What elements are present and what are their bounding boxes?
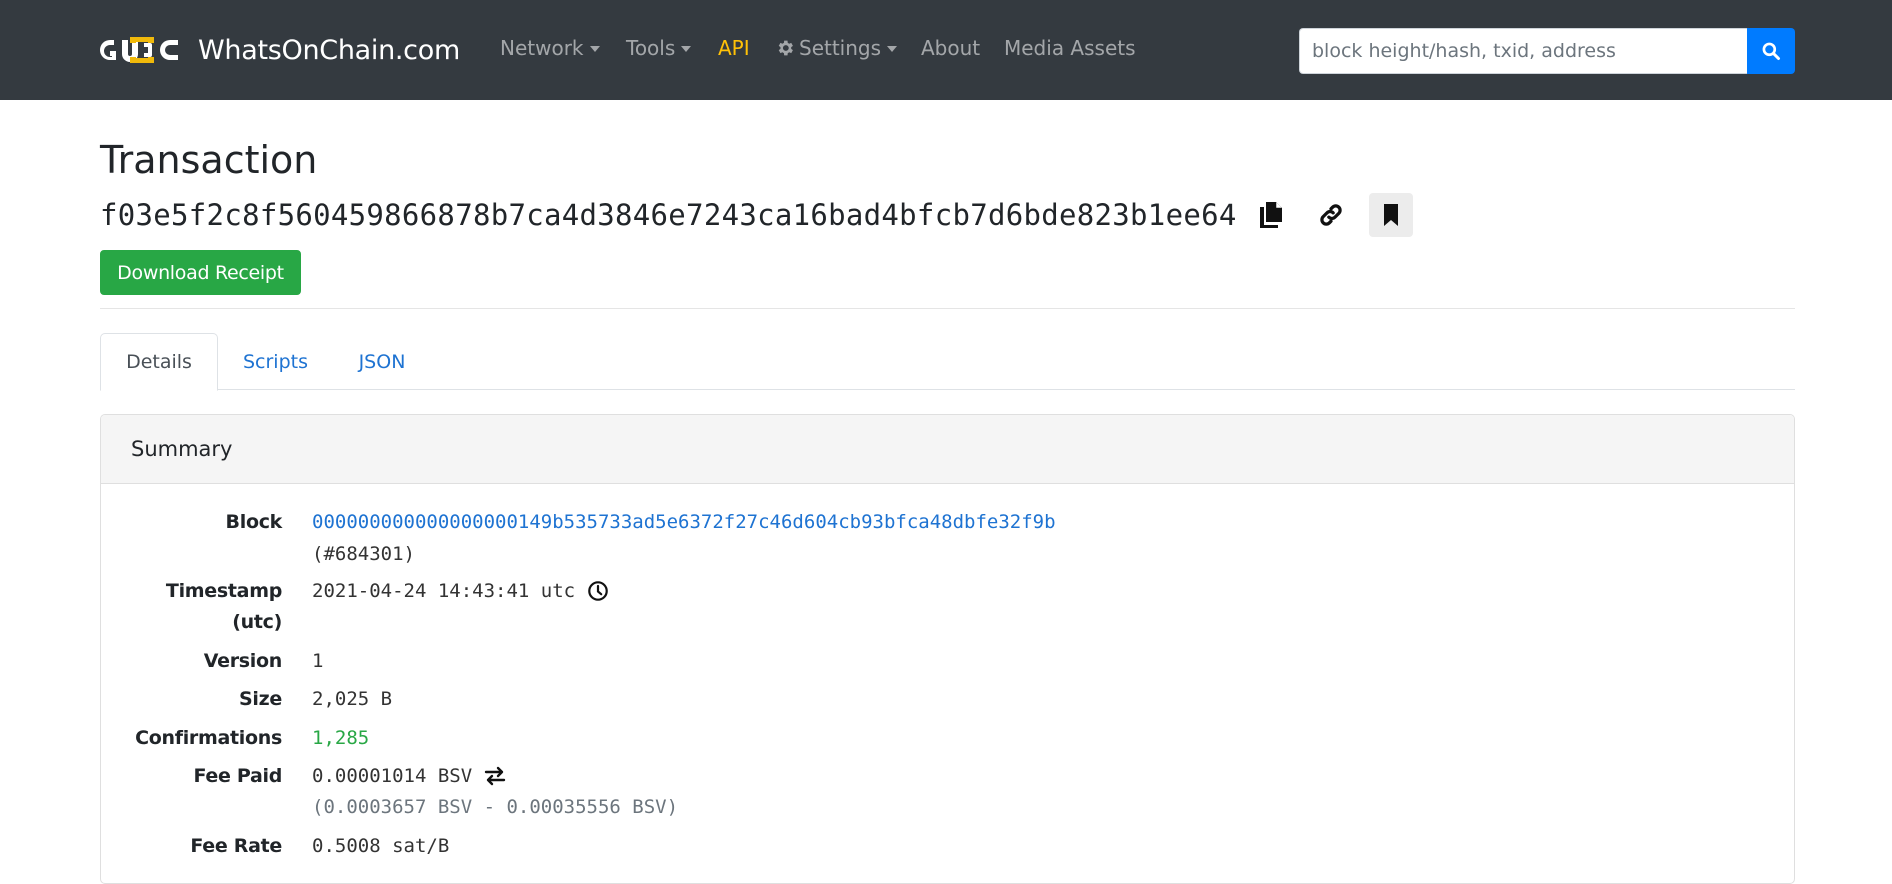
version-value: 1: [312, 650, 324, 672]
txid-row: f03e5f2c8f560459866878b7ca4d3846e7243ca1…: [100, 193, 1413, 237]
summary-title: Summary: [101, 415, 1794, 484]
copy-icon: [1259, 202, 1282, 228]
copy-txid-button[interactable]: [1249, 193, 1293, 237]
confirmations-label: Confirmations: [135, 727, 282, 749]
exchange-arrows-icon[interactable]: [484, 766, 506, 786]
nav-about-link[interactable]: About: [921, 36, 980, 60]
nav-settings-label: Settings: [799, 36, 882, 60]
search-form: [1299, 28, 1795, 74]
whatsonchain-logo-icon: [100, 37, 178, 63]
size-value: 2,025 B: [312, 688, 393, 710]
tab-json[interactable]: JSON: [333, 333, 431, 390]
caret-down-icon: [681, 46, 692, 52]
fee-rate-label: Fee Rate: [190, 835, 282, 857]
transaction-id: f03e5f2c8f560459866878b7ca4d3846e7243ca1…: [100, 198, 1237, 232]
fee-paid-value: 0.00001014 BSV: [312, 765, 473, 787]
size-label: Size: [239, 688, 282, 710]
fee-paid-breakdown: (0.0003657 BSV - 0.00035556 BSV): [312, 796, 679, 818]
nav-tools-label: Tools: [626, 36, 676, 60]
search-input[interactable]: [1299, 28, 1747, 74]
fee-rate-value: 0.5008 sat/B: [312, 835, 450, 857]
tab-scripts[interactable]: Scripts: [218, 333, 333, 390]
fee-paid-label: Fee Paid: [193, 765, 282, 787]
nav-media-assets-label: Media Assets: [1004, 36, 1136, 60]
search-icon: [1762, 42, 1780, 60]
permalink-button[interactable]: [1309, 193, 1353, 237]
bookmark-button[interactable]: [1368, 193, 1413, 237]
navbar: WhatsOnChain.com Network Tools API Setti…: [0, 0, 1892, 100]
brand-name: WhatsOnChain.com: [198, 34, 460, 66]
nav-media-assets-link[interactable]: Media Assets: [1004, 36, 1136, 60]
timestamp-value-row: 2021-04-24 14:43:41 utc: [312, 576, 609, 606]
tab-details[interactable]: Details: [100, 333, 218, 391]
timestamp-label: Timestamp: [165, 580, 282, 602]
bookmark-icon: [1383, 204, 1398, 226]
fee-paid-row: 0.00001014 BSV: [312, 761, 506, 791]
nav-network-dropdown[interactable]: Network: [500, 36, 600, 60]
transaction-tabs: Details Scripts JSON: [100, 333, 1795, 391]
timestamp-value: 2021-04-24 14:43:41 utc: [312, 580, 576, 602]
nav-api-label: API: [718, 36, 750, 60]
summary-panel: Summary Block 000000000000000000149b5357…: [100, 414, 1795, 884]
confirmations-value: 1,285: [312, 727, 370, 749]
link-icon: [1319, 204, 1342, 226]
nav-about-label: About: [921, 36, 981, 60]
gear-icon: [778, 40, 793, 56]
nav-settings-dropdown[interactable]: Settings: [775, 36, 898, 60]
caret-down-icon: [589, 46, 600, 52]
nav-tools-dropdown[interactable]: Tools: [626, 36, 692, 60]
block-label: Block: [225, 511, 283, 533]
nav-network-label: Network: [500, 36, 584, 60]
caret-down-icon: [887, 46, 898, 52]
clock-icon[interactable]: [587, 580, 609, 602]
timestamp-label-utc: (utc): [232, 611, 282, 633]
version-label: Version: [203, 650, 283, 672]
brand-link[interactable]: WhatsOnChain.com: [100, 28, 460, 72]
block-hash-link[interactable]: 000000000000000000149b535733ad5e6372f27c…: [312, 507, 1056, 537]
download-receipt-button[interactable]: Download Receipt: [100, 250, 301, 295]
search-button[interactable]: [1747, 28, 1795, 74]
page-title: Transaction: [100, 138, 318, 182]
divider: [100, 308, 1795, 309]
nav-api-link[interactable]: API: [718, 36, 750, 60]
block-height: (#684301): [312, 543, 415, 565]
